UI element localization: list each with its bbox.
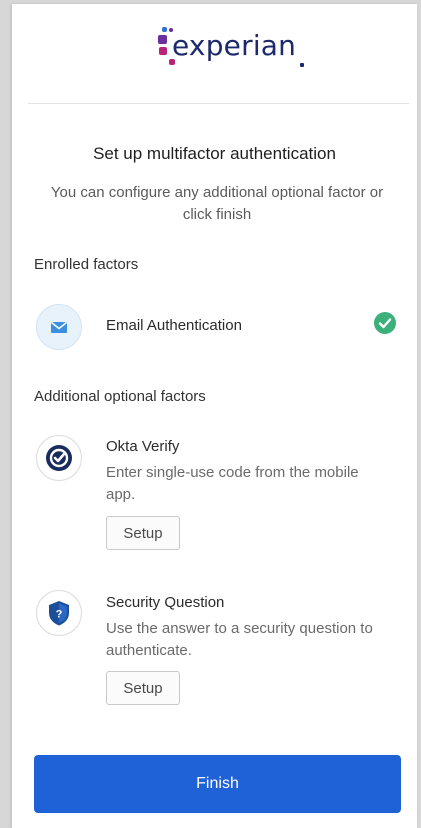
- logo-wordmark: experian: [172, 29, 297, 62]
- okta-verify-name: Okta Verify: [106, 438, 180, 455]
- okta-verify-setup-button[interactable]: Setup: [106, 516, 180, 550]
- enrolled-factors-heading: Enrolled factors: [34, 256, 139, 273]
- header-divider: [28, 103, 409, 104]
- checkmark-icon: [374, 312, 396, 334]
- experian-logo: experian: [158, 24, 308, 72]
- page-subtitle: You can configure any additional optiona…: [50, 184, 384, 223]
- email-factor-name: Email Authentication: [106, 317, 242, 334]
- svg-text:?: ?: [56, 609, 63, 621]
- security-question-setup-button[interactable]: Setup: [106, 671, 180, 705]
- okta-verify-description: Enter single-use code from the mobile ap…: [106, 464, 359, 503]
- okta-verify-icon: [36, 435, 82, 481]
- logo-period: [300, 63, 304, 67]
- auth-card: experian Set up multifactor authenticati…: [12, 4, 417, 828]
- optional-factors-heading: Additional optional factors: [34, 388, 206, 405]
- finish-button[interactable]: Finish: [34, 755, 401, 813]
- security-question-name: Security Question: [106, 594, 225, 611]
- security-question-icon: ?: [36, 590, 82, 636]
- email-icon: [36, 304, 82, 350]
- security-question-description: Use the answer to a security question to…: [106, 620, 373, 659]
- page-title: Set up multifactor authentication: [93, 144, 336, 163]
